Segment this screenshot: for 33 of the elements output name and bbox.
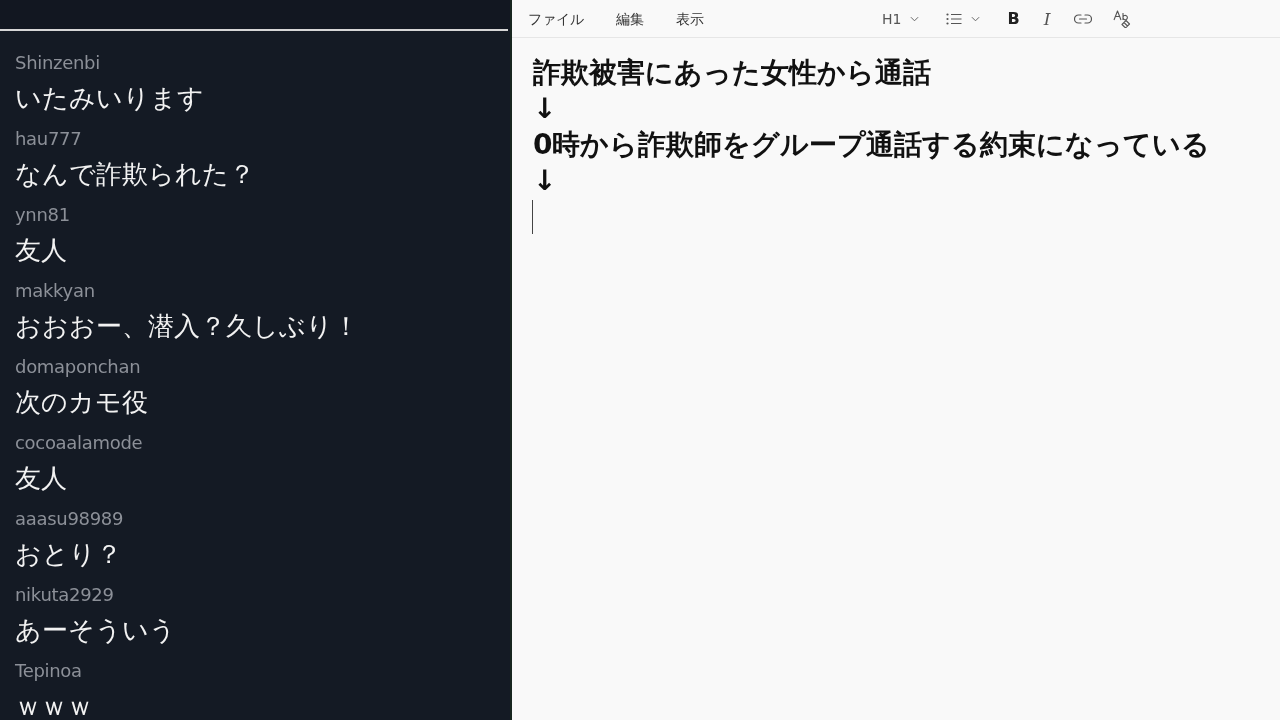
editor-line: ↓ [533,163,557,199]
menu-item[interactable]: 表示 [676,8,704,29]
chat-username: nikuta2929 [15,583,114,607]
menu-item[interactable]: 編集 [616,8,644,29]
chat-message: 友人 [15,462,67,495]
chat-username: Shinzenbi [15,51,100,75]
chat-message: ｗｗｗ [15,690,93,720]
chat-message: あーそういう [15,614,176,647]
chat-username: ynn81 [15,203,70,227]
chat-message: 友人 [15,234,67,267]
chat-message: 次のカモ役 [15,386,148,419]
editor-line: 0時から詐欺師をグループ通話する約束になっている [533,127,1211,163]
chat-username: makkyan [15,279,95,303]
chat-username: hau777 [15,127,82,151]
italic-button[interactable]: I [1043,8,1051,29]
chat-username: Tepinoa [15,659,82,683]
chevron-down-icon[interactable] [910,15,920,22]
link-icon[interactable] [1074,13,1093,24]
chat-message: いたみいります [15,82,204,115]
editor-line: ↓ [533,91,557,127]
spellcheck-icon[interactable] [1113,9,1132,28]
editor-line: 詐欺被害にあった女性から通話 [533,55,931,91]
chat-username: domaponchan [15,355,141,379]
chat-message: なんで詐欺られた？ [15,158,255,191]
bullet-list-icon[interactable] [946,12,963,25]
heading-button[interactable]: H1 [882,8,902,29]
chat-username: cocoaalamode [15,431,143,455]
chat-message: おとり？ [15,538,122,571]
menu-item[interactable]: ファイル [528,8,584,29]
chevron-down-icon[interactable] [971,15,981,22]
chat-message: おおおー、潜入？久しぶり！ [15,310,359,343]
chat-username: aaasu98989 [15,507,124,531]
bold-button[interactable]: B [1007,8,1020,29]
